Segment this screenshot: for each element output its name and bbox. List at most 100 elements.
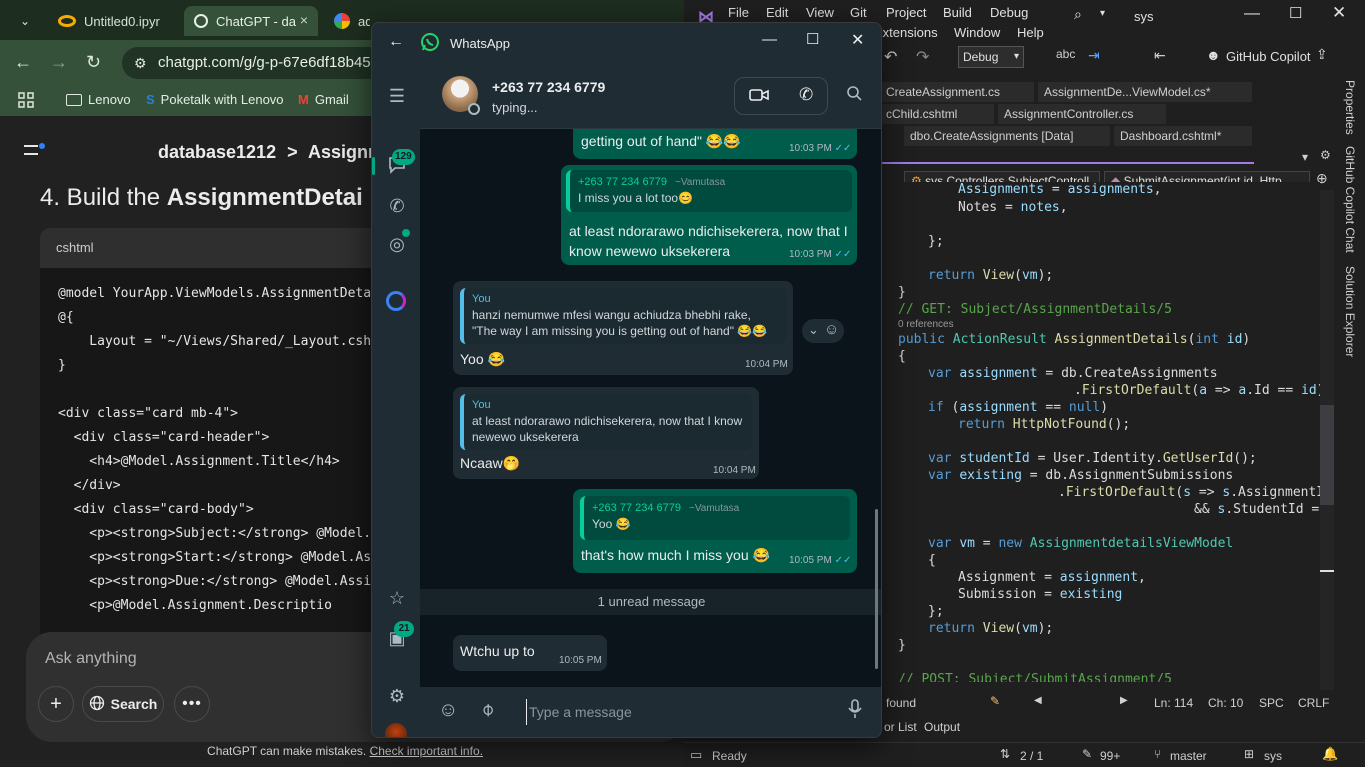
attach-plus-button[interactable]: +	[38, 686, 74, 722]
minimize-icon[interactable]: —	[762, 31, 777, 48]
doc-tab-viewmodel[interactable]: AssignmentDe...ViewModel.cs*	[1038, 82, 1252, 102]
status-changes[interactable]: 99+	[1100, 749, 1120, 763]
tab-list-dropdown-icon[interactable]: ▾	[1302, 150, 1308, 164]
settings-gear-icon[interactable]: ⚙	[1320, 148, 1331, 162]
breakpoint-icon[interactable]: ⇥	[1088, 47, 1100, 64]
status-repo[interactable]: sys	[1264, 749, 1282, 763]
chat-header[interactable]: +263 77 234 6779 typing... ✆	[420, 63, 881, 129]
message-incoming[interactable]: You at least ndorarawo ndichisekerera, n…	[453, 387, 759, 479]
message-input[interactable]	[526, 699, 826, 725]
bell-icon[interactable]: 🔔	[1322, 746, 1338, 762]
bookmark-gmail[interactable]: M Gmail	[298, 92, 349, 107]
status-branch[interactable]: master	[1170, 749, 1207, 763]
emoji-icon[interactable]: ☺	[438, 699, 458, 722]
redo-icon[interactable]: ↷	[916, 47, 929, 67]
scroll-left-icon[interactable]: ◀	[1034, 695, 1042, 706]
back-arrow-icon[interactable]: ←	[388, 33, 404, 51]
menu-file[interactable]: File	[728, 5, 749, 20]
message-incoming[interactable]: You hanzi nemumwe mfesi wangu achiudza b…	[453, 281, 793, 375]
notifications-icon[interactable]: ▭	[690, 747, 702, 763]
message-incoming[interactable]: Wtchu up to 10:05 PM	[453, 635, 607, 671]
search-icon[interactable]: ⌕	[1074, 6, 1082, 23]
step-icon[interactable]: ⇤	[1154, 47, 1166, 64]
breadcrumb-project[interactable]: database1212	[158, 142, 276, 162]
minimize-icon[interactable]: —	[1244, 5, 1260, 23]
menu-help[interactable]: Help	[1017, 25, 1044, 40]
messages-scrollbar[interactable]	[875, 509, 878, 669]
cursor-line[interactable]: Ln: 114	[1154, 696, 1193, 710]
maximize-icon[interactable]: ☐	[806, 30, 819, 48]
message-outgoing[interactable]: bhebhi rake, "The way I am missing you i…	[573, 129, 857, 159]
back-arrow-icon[interactable]: ←	[14, 52, 32, 73]
menu-window[interactable]: Window	[954, 25, 1000, 40]
more-tools-button[interactable]: •••	[174, 686, 210, 722]
codelens-references[interactable]: 0 references	[898, 319, 954, 330]
message-list[interactable]: bhebhi rake, "The way I am missing you i…	[420, 129, 881, 687]
quoted-message[interactable]: +263 77 234 6779 ~Vamutasa Yoo 😂	[580, 496, 850, 540]
message-outgoing[interactable]: +263 77 234 6779 ~Vamutasa Yoo 😂 that's h…	[573, 489, 857, 573]
brush-icon[interactable]: ✎	[990, 694, 1000, 708]
prompt-input[interactable]: Ask anything	[45, 650, 137, 668]
tab-search-button[interactable]: ⌄	[6, 6, 46, 36]
copilot-chat-tab[interactable]: GitHub Copilot Chat	[1343, 146, 1357, 253]
undo-icon[interactable]: ↶	[884, 47, 897, 67]
settings-gear-icon[interactable]: ⚙	[386, 685, 408, 707]
emoji-react-icon[interactable]: ☺	[824, 321, 839, 338]
doc-tab-controller[interactable]: AssignmentController.cs	[998, 104, 1166, 124]
share-icon[interactable]: ⇪	[1316, 46, 1328, 63]
maximize-icon[interactable]: ☐	[1289, 4, 1302, 22]
close-tab-icon[interactable]: ×	[300, 12, 308, 28]
chevron-down-icon[interactable]: ⌄	[808, 322, 819, 338]
sidebar-toggle-icon[interactable]	[24, 142, 46, 165]
status-commits[interactable]: 2 / 1	[1020, 749, 1043, 763]
attach-icon[interactable]: ⌀	[476, 698, 499, 721]
voice-call-icon[interactable]: ✆	[799, 85, 813, 105]
comment-icon[interactable]: abc	[1056, 47, 1075, 61]
menu-project[interactable]: Project	[886, 5, 926, 20]
editor-scrollbar[interactable]	[1320, 190, 1334, 690]
doc-tab-dashboard[interactable]: Dashboard.cshtml*	[1114, 126, 1252, 146]
whitespace-mode[interactable]: SPC	[1259, 696, 1284, 710]
tab-output[interactable]: Output	[924, 720, 960, 734]
menu-debug[interactable]: Debug	[990, 5, 1028, 20]
meta-ai-icon[interactable]	[386, 291, 406, 311]
doc-tab-data[interactable]: dbo.CreateAssignments [Data]	[904, 126, 1110, 146]
quoted-message[interactable]: You hanzi nemumwe mfesi wangu achiudza b…	[460, 288, 786, 344]
starred-icon[interactable]: ☆	[386, 587, 408, 609]
tab-google[interactable]: adjunct profe	[324, 6, 370, 36]
config-dropdown[interactable]: Debug ▾	[958, 46, 1024, 68]
line-ending[interactable]: CRLF	[1298, 696, 1329, 710]
bookmark-poketalk[interactable]: S Poketalk with Lenovo	[146, 92, 284, 107]
scroll-right-icon[interactable]: ▶	[1120, 695, 1128, 706]
tab-colab[interactable]: Untitled0.ipyr	[48, 6, 180, 36]
quoted-message[interactable]: +263 77 234 6779 ~Vamutasa I miss you a l…	[566, 170, 852, 212]
menu-extensions[interactable]: Extensions	[874, 25, 938, 40]
apps-grid-icon[interactable]	[18, 92, 34, 108]
menu-git[interactable]: Git	[850, 5, 867, 20]
calls-icon[interactable]: ✆	[386, 195, 408, 217]
menu-icon[interactable]: ☰	[386, 85, 408, 107]
doc-tab-createassignment[interactable]: CreateAssignment.cs	[880, 82, 1034, 102]
reload-icon[interactable]: ↻	[86, 52, 101, 73]
tab-error-list[interactable]: or List	[884, 720, 917, 734]
code-editor[interactable]: Assignments = assignments, Notes = notes…	[884, 182, 1320, 682]
search-button[interactable]: Search	[82, 686, 164, 722]
solution-explorer-tab[interactable]: Solution Explorer	[1343, 266, 1357, 357]
profile-avatar[interactable]	[385, 723, 407, 737]
menu-view[interactable]: View	[806, 5, 834, 20]
search-icon[interactable]	[846, 85, 862, 106]
quoted-message[interactable]: You at least ndorarawo ndichisekerera, n…	[460, 394, 752, 450]
search-dropdown-icon[interactable]: ▾	[1100, 8, 1105, 19]
disclaimer-link[interactable]: Check important info.	[370, 744, 483, 758]
scrollbar-thumb[interactable]	[1320, 405, 1334, 505]
doc-tab-child[interactable]: cChild.cshtml	[880, 104, 994, 124]
properties-tab[interactable]: Properties	[1343, 80, 1357, 135]
cursor-column[interactable]: Ch: 10	[1208, 696, 1243, 710]
video-call-icon[interactable]	[749, 87, 769, 108]
menu-build[interactable]: Build	[943, 5, 972, 20]
site-info-icon[interactable]: ⚙	[134, 47, 147, 79]
microphone-icon[interactable]	[848, 699, 862, 724]
message-outgoing[interactable]: +263 77 234 6779 ~Vamutasa I miss you a l…	[561, 165, 857, 265]
tab-chatgpt[interactable]: ChatGPT - da ×	[184, 6, 318, 36]
forward-arrow-icon[interactable]: →	[50, 52, 68, 73]
